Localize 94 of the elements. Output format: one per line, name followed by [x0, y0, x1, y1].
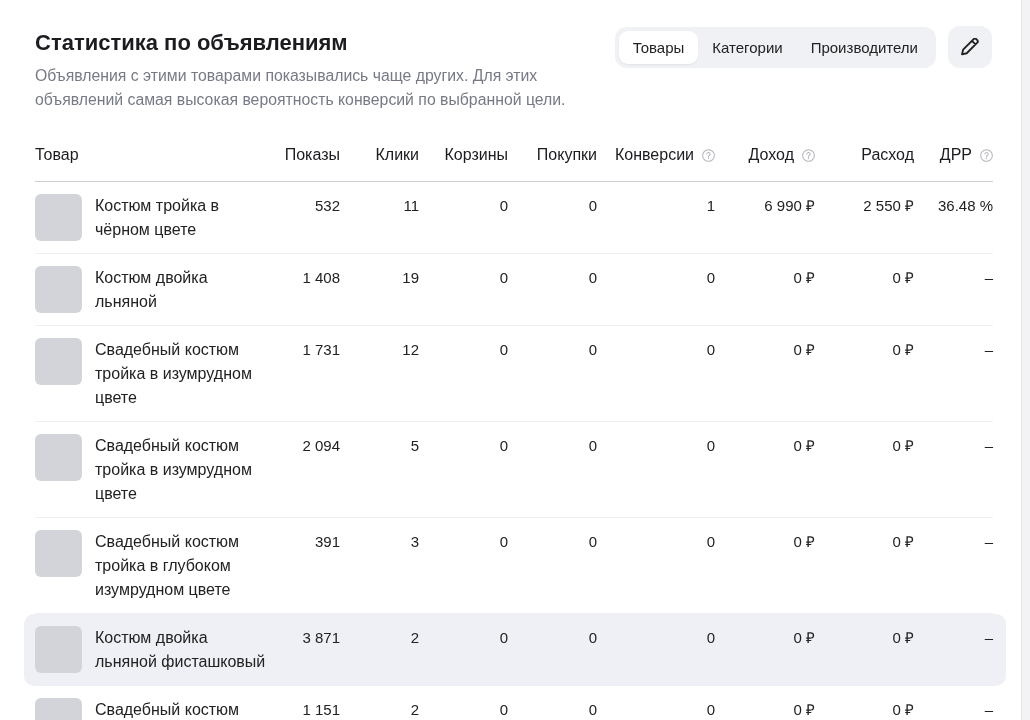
table-cell-text: 0	[498, 628, 508, 648]
table-cell-text: 0	[498, 340, 508, 360]
table-cell-text: 0	[498, 436, 508, 456]
table-cell-text: 0	[587, 628, 597, 648]
table-cell-text: 2	[409, 628, 419, 648]
help-icon[interactable]	[702, 148, 715, 162]
table-cell-text: 0	[498, 532, 508, 552]
table-cell-text: 0	[587, 268, 597, 288]
table-cell-text: 0 ₽	[792, 340, 815, 360]
table-cell-text: 19	[401, 268, 419, 288]
product-name[interactable]: Свадебный костюм тройка в глубоком изумрудном цвете	[95, 530, 267, 602]
table-cell-text: 532	[313, 196, 340, 216]
column-header: Расход	[861, 145, 914, 165]
table-cell-text: 1 408	[301, 268, 340, 288]
photo-placeholder	[35, 194, 82, 241]
table-cell-text: 1 731	[301, 340, 340, 360]
help-icon[interactable]	[980, 148, 993, 162]
table-row[interactable]: Свадебный костюм тройка в изумрудном цвете 2 094 5 0 0 0 0 ₽ 0 ₽ –	[24, 422, 1006, 518]
table-row[interactable]: Костюм двойка льняной фисташковый 3 871 2 0 0 0 0 ₽ 0 ₽ –	[24, 614, 1006, 686]
table-row[interactable]: Свадебный костюм тройка в изумрудном цвете 1 731 12 0 0 0 0 ₽ 0 ₽ –	[24, 326, 1006, 422]
column-header: Корзины	[444, 145, 508, 165]
table-cell-text: 6 990 ₽	[763, 196, 815, 216]
table-cell-text: –	[983, 628, 993, 648]
tab[interactable]: Категории	[698, 31, 797, 64]
table-cell-text: 11	[402, 196, 419, 216]
column-header: Показы	[284, 145, 340, 165]
table-cell-text: 2 550 ₽	[862, 196, 914, 216]
table-cell-text: –	[983, 436, 993, 456]
table-cell-text: –	[983, 268, 993, 288]
table-row[interactable]: Костюм тройка в чёрном цвете 532 11 0 0 1 6 990 ₽ 2 550 ₽ 36.48 %	[24, 182, 1006, 254]
table-cell-text: 1	[705, 196, 715, 216]
product-name[interactable]: Свадебный костюм	[95, 698, 267, 720]
table-cell-text: 0 ₽	[891, 532, 914, 552]
table-cell-text: 0	[587, 700, 597, 720]
table-cell-text: 0	[705, 532, 715, 552]
panel-title: Статистика по объявлениям	[35, 29, 349, 57]
table-cell-text: 0	[498, 700, 508, 720]
table-cell-text: 0 ₽	[792, 436, 815, 456]
table-cell-text: 2 094	[301, 436, 340, 456]
table-cell-text: 5	[409, 436, 419, 456]
column-header: ДРР	[939, 145, 972, 165]
table-cell-text: 0 ₽	[891, 700, 914, 720]
table-cell-text: 0	[498, 268, 508, 288]
table-cell-text: 2	[409, 700, 419, 720]
product-name[interactable]: Свадебный костюм тройка в изумрудном цвете	[95, 338, 267, 410]
table-cell-text: 0	[587, 532, 597, 552]
table-cell-text: 391	[313, 532, 340, 552]
table-cell-text: 0 ₽	[891, 268, 914, 288]
table-cell-text: 0 ₽	[792, 532, 815, 552]
column-header: Конверсии	[614, 145, 694, 165]
table-cell-text: 0	[705, 628, 715, 648]
table-cell-text: 12	[401, 340, 419, 360]
table-cell-text: –	[983, 700, 993, 720]
table-cell-text: –	[983, 532, 993, 552]
table-cell-text: 3	[409, 532, 419, 552]
column-header: Клики	[375, 145, 419, 165]
table-cell-text: 0	[498, 196, 508, 216]
table-cell-text: 0 ₽	[792, 628, 815, 648]
panel-description: Объявления с этими товарами показывались чаще других. Для этих объявлений самая высокая вероятность конверсий по выбранной цели.	[35, 66, 567, 110]
table-cell-text: –	[983, 340, 993, 360]
column-header: Покупки	[536, 145, 597, 165]
photo-placeholder	[35, 626, 82, 673]
table-cell-text: 36.48 %	[936, 196, 993, 216]
help-icon[interactable]	[802, 148, 815, 162]
table-cell-text: 1 151	[301, 700, 340, 720]
photo-placeholder	[35, 266, 82, 313]
edit-button[interactable]	[948, 26, 992, 68]
table-cell-text: 0	[587, 340, 597, 360]
tab[interactable]: Производители	[796, 31, 932, 64]
table-cell-text: 0 ₽	[891, 340, 914, 360]
photo-placeholder	[35, 434, 82, 481]
table-cell-text: 0 ₽	[891, 436, 914, 456]
pencil-icon	[961, 38, 979, 56]
product-name[interactable]: Костюм двойка льняной фисташковый	[95, 626, 267, 674]
table-cell-text: 0 ₽	[792, 268, 815, 288]
table-cell-text: 0	[705, 700, 715, 720]
table-cell-text: 0	[705, 268, 715, 288]
photo-placeholder	[35, 338, 82, 385]
table-cell-text: 0	[705, 436, 715, 456]
table-row[interactable]: Костюм двойка льняной 1 408 19 0 0 0 0 ₽ 0 ₽ –	[24, 254, 1006, 326]
table-row[interactable]: Свадебный костюм 1 151 2 0 0 0 0 ₽ 0 ₽ –	[24, 686, 1006, 720]
table-cell-text: 0	[587, 436, 597, 456]
column-header: Товар	[35, 145, 79, 165]
column-header: Доход	[748, 145, 794, 165]
table-cell-text: 3 871	[301, 628, 340, 648]
table-cell-text: 0 ₽	[891, 628, 914, 648]
table-cell-text: 0 ₽	[792, 700, 815, 720]
product-name[interactable]: Свадебный костюм тройка в изумрудном цвете	[95, 434, 267, 506]
photo-placeholder	[35, 530, 82, 577]
tab[interactable]: Товары	[618, 31, 699, 64]
table-cell-text: 0	[587, 196, 597, 216]
table-cell-text: 0	[705, 340, 715, 360]
product-name[interactable]: Костюм двойка льняной	[95, 266, 267, 314]
product-name[interactable]: Костюм тройка в чёрном цвете	[95, 194, 267, 242]
